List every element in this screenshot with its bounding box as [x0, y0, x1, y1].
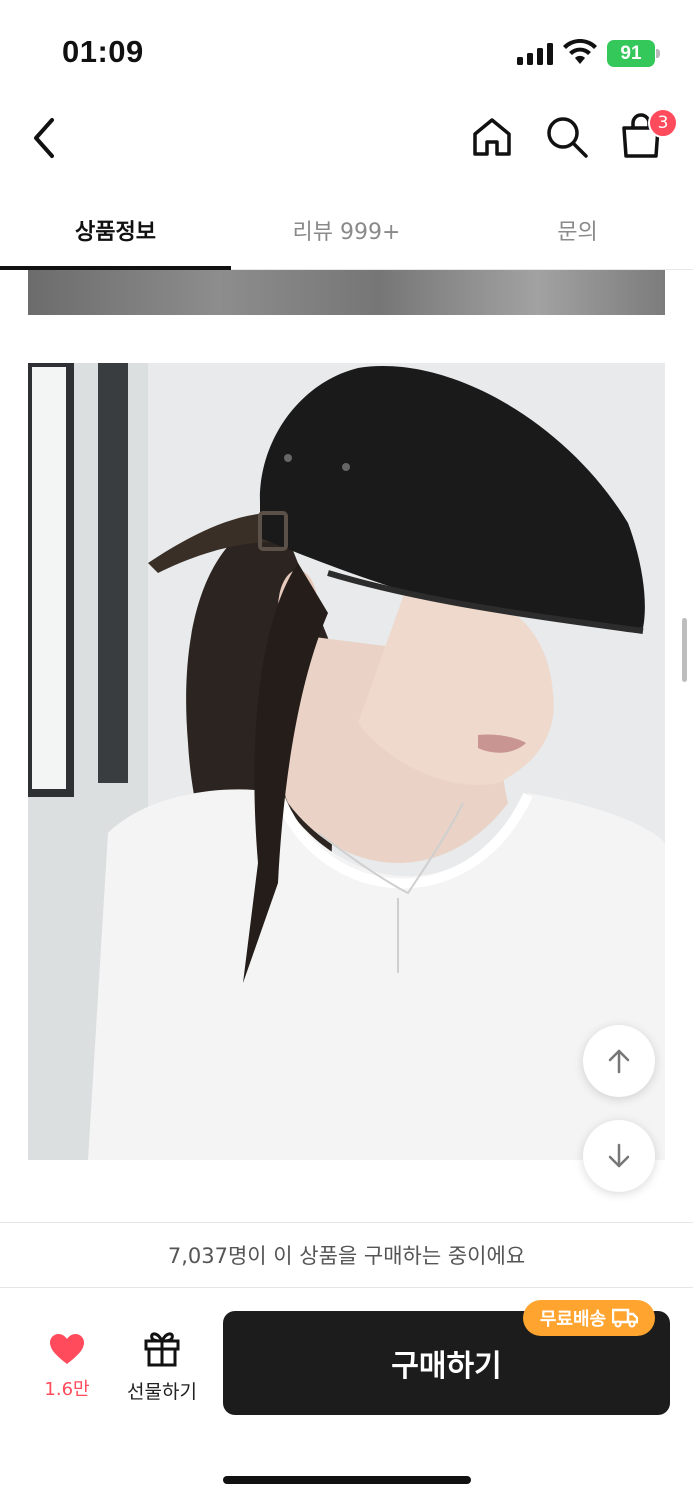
- arrow-up-icon: [608, 1049, 630, 1074]
- tab-product-info[interactable]: 상품정보: [0, 190, 231, 270]
- scroll-down-button[interactable]: [583, 1120, 655, 1192]
- free-shipping-label: 무료배송: [539, 1309, 607, 1330]
- gift-icon: [144, 1332, 180, 1367]
- gift-label: 선물하기: [127, 1381, 197, 1403]
- product-image-previous: [28, 270, 665, 315]
- like-button[interactable]: 1.6만: [36, 1333, 98, 1401]
- search-icon[interactable]: [544, 114, 590, 160]
- model-photo-illustration: [28, 363, 665, 1160]
- scroll-up-button[interactable]: [583, 1025, 655, 1097]
- product-photo: [28, 363, 665, 1160]
- tab-inquiry[interactable]: 문의: [462, 190, 693, 270]
- gift-button[interactable]: 선물하기: [118, 1329, 206, 1404]
- home-indicator: [223, 1476, 471, 1484]
- bottom-action-bar: 1.6만 선물하기 구매하기 무료배송: [0, 1289, 693, 1500]
- arrow-down-icon: [608, 1143, 630, 1168]
- purchase-count-banner: 7,037명이 이 상품을 구매하는 중이에요: [0, 1222, 693, 1288]
- home-icon[interactable]: [469, 114, 515, 160]
- truck-icon: [612, 1308, 639, 1328]
- scrollbar[interactable]: [682, 618, 687, 682]
- status-bar: 01:09 91: [0, 0, 693, 100]
- cart-count-badge: 3: [648, 108, 678, 138]
- like-count: 1.6만: [44, 1379, 90, 1400]
- battery-tip: [656, 49, 660, 58]
- heart-icon: [50, 1334, 84, 1364]
- free-shipping-badge: 무료배송: [523, 1300, 655, 1336]
- wifi-icon: [563, 39, 597, 64]
- product-tabs: 상품정보 리뷰 999+ 문의: [0, 190, 693, 270]
- header-nav: [0, 100, 693, 180]
- tab-reviews[interactable]: 리뷰 999+: [231, 190, 462, 270]
- back-icon[interactable]: [28, 116, 64, 160]
- status-time: 01:09: [62, 34, 144, 69]
- battery-indicator: 91: [607, 40, 655, 67]
- cellular-signal-icon: [517, 43, 553, 65]
